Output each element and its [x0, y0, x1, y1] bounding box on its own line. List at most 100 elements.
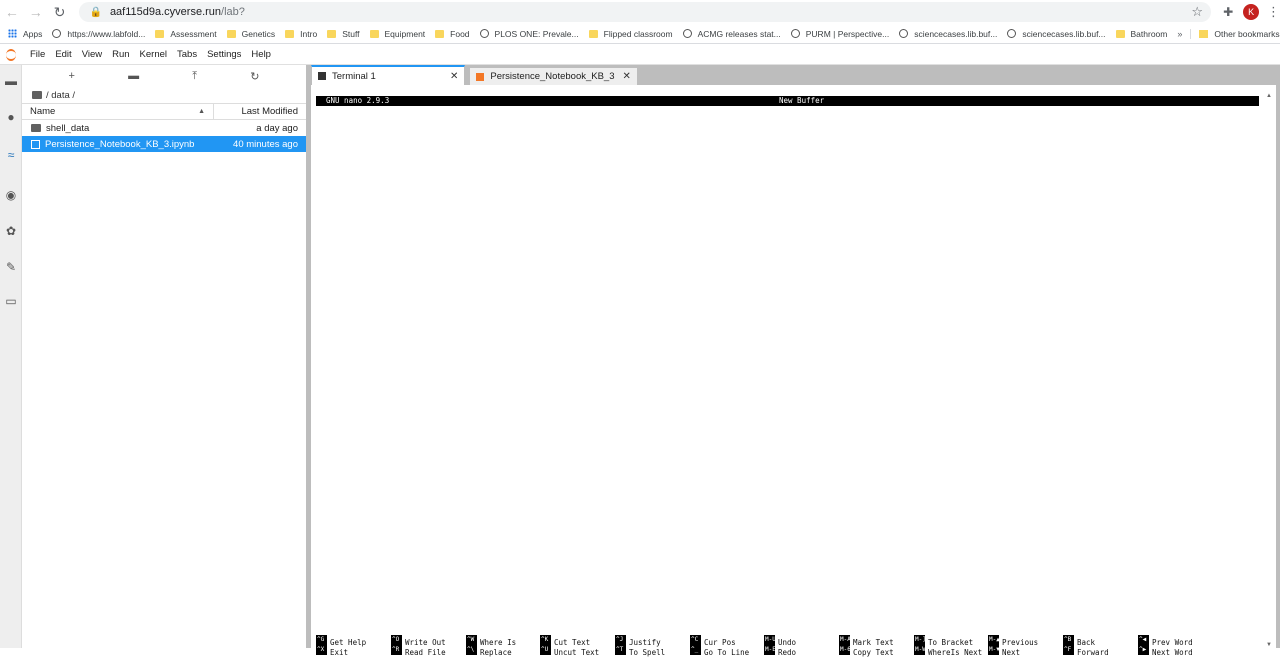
- menu-kernel[interactable]: Kernel: [140, 49, 167, 60]
- other-bookmarks-label: Other bookmarks: [1214, 28, 1280, 39]
- bookmark-label: Bathroom: [1130, 28, 1168, 39]
- breadcrumb-path[interactable]: / data /: [46, 90, 75, 101]
- bookmark-item[interactable]: PLOS ONE: Prevale...: [479, 29, 579, 39]
- bookmark-label: ACMG releases stat...: [697, 28, 781, 39]
- folder-icon: [435, 29, 445, 38]
- column-name-label: Name: [30, 106, 56, 117]
- nano-shortcut: ^W Where Is: [466, 635, 516, 647]
- bookmark-label: https://www.labfold...: [67, 28, 146, 39]
- cyverse-icon[interactable]: ≈: [3, 147, 19, 163]
- bookmark-item[interactable]: https://www.labfold...: [52, 29, 145, 39]
- tab-terminal[interactable]: Terminal 1 ✕: [311, 65, 466, 85]
- upload-icon[interactable]: ⤒: [192, 70, 197, 83]
- tab-notebook[interactable]: Persistence_Notebook_KB_3 ✕: [469, 67, 638, 85]
- bookmark-item[interactable]: Equipment: [369, 28, 426, 39]
- bookmark-item[interactable]: Bathroom: [1115, 28, 1168, 39]
- reload-icon[interactable]: ↻: [48, 0, 72, 24]
- bookmark-item[interactable]: sciencecases.lib.buf...: [899, 29, 997, 39]
- terminal-panel[interactable]: GNU nano 2.9.3 New Buffer ▲ ▼ ^G Get Help…: [311, 85, 1276, 657]
- shortcut-key: ^G: [316, 635, 327, 645]
- profile-avatar[interactable]: K: [1243, 4, 1260, 20]
- scroll-down-arrow-icon[interactable]: ▼: [1266, 642, 1272, 648]
- file-browser-toolbar: + ▬ ⤒ ↻: [22, 65, 306, 87]
- palette-icon[interactable]: ✿: [3, 223, 19, 239]
- wrench-icon[interactable]: ✎: [3, 259, 19, 275]
- nano-shortcut: ^◀ Prev Word: [1138, 635, 1193, 647]
- bookmarks-overflow-chevron-icon[interactable]: »: [1177, 29, 1182, 39]
- url-host: aaf115d9a.cyverse.run: [109, 6, 222, 18]
- folder-icon: [285, 29, 295, 38]
- scroll-up-arrow-icon[interactable]: ▲: [1266, 93, 1272, 99]
- bookmark-label: sciencecases.lib.buf...: [914, 28, 998, 39]
- extensions-puzzle-icon[interactable]: ✚: [1223, 5, 1233, 19]
- bookmark-item[interactable]: PURM | Perspective...: [790, 29, 889, 39]
- running-sessions-icon[interactable]: ◉: [3, 187, 19, 203]
- shortcut-key: ^_: [690, 645, 701, 655]
- menu-run[interactable]: Run: [112, 49, 129, 60]
- nano-title-bar: GNU nano 2.9.3 New Buffer: [316, 96, 1259, 106]
- file-row[interactable]: shell_data a day ago: [22, 120, 306, 136]
- bookmark-item[interactable]: sciencecases.lib.buf...: [1007, 28, 1106, 39]
- nano-shortcut: ^U Uncut Text: [540, 645, 599, 657]
- menu-file[interactable]: File: [30, 49, 45, 60]
- nano-shortcut: ^_ Go To Line: [690, 645, 749, 657]
- folder-icon: [1199, 29, 1209, 38]
- menu-settings[interactable]: Settings: [207, 49, 241, 60]
- browser-menu-icon[interactable]: ⋮: [1267, 4, 1280, 20]
- browser-address-bar: ← → ↻ 🔒 aaf115d9a.cyverse.run/lab? ☆ ✚ K…: [0, 0, 1280, 24]
- close-tab-icon[interactable]: ✕: [623, 71, 631, 82]
- refresh-icon[interactable]: ↻: [250, 70, 259, 83]
- shortcut-key: ^T: [615, 645, 626, 655]
- bookmark-item[interactable]: Genetics: [226, 28, 276, 39]
- shortcut-key: ^F: [1063, 645, 1074, 655]
- url-omnibox[interactable]: 🔒 aaf115d9a.cyverse.run/lab? ☆: [79, 2, 1212, 22]
- shortcut-key: ^J: [615, 635, 626, 645]
- bookmark-item[interactable]: Assessment: [155, 29, 217, 39]
- bookmark-item[interactable]: Apps: [8, 29, 42, 39]
- column-header-name[interactable]: Name ▲: [22, 104, 214, 119]
- shortcut-label: Exit: [330, 648, 349, 657]
- bookmark-label: Apps: [23, 28, 43, 39]
- column-header-last-modified[interactable]: Last Modified: [214, 106, 306, 117]
- tabs-icon[interactable]: ▭: [3, 293, 19, 309]
- jupyter-menubar: File Edit View Run Kernel Tabs Settings Help: [0, 45, 1280, 65]
- file-row[interactable]: Persistence_Notebook_KB_3.ipynb 40 minute…: [22, 136, 306, 152]
- menu-tabs[interactable]: Tabs: [177, 49, 197, 60]
- shortcut-key: ^X: [316, 645, 327, 655]
- home-folder-icon[interactable]: [32, 91, 42, 99]
- bookmark-item[interactable]: Flipped classroom: [588, 29, 673, 39]
- shortcut-key: ^K: [540, 635, 551, 645]
- bookmark-label: Genetics: [241, 28, 276, 39]
- menu-edit[interactable]: Edit: [55, 49, 71, 60]
- bookmark-item[interactable]: Intro: [285, 29, 317, 39]
- nano-version: GNU nano 2.9.3: [326, 96, 390, 105]
- sort-caret-up-icon: ▲: [198, 108, 205, 115]
- bookmark-label: Equipment: [384, 28, 426, 39]
- menu-view[interactable]: View: [82, 49, 102, 60]
- new-folder-icon[interactable]: ▬: [128, 70, 139, 82]
- close-tab-icon[interactable]: ✕: [450, 71, 458, 82]
- new-launcher-plus-icon[interactable]: +: [69, 70, 75, 82]
- shortcut-key: M-U: [764, 635, 775, 645]
- file-browser-folder-icon[interactable]: ▬: [3, 73, 19, 89]
- bookmark-star-icon[interactable]: ☆: [1191, 4, 1203, 20]
- forward-arrow-icon[interactable]: →: [24, 0, 48, 24]
- terminal-scrollbar[interactable]: ▲ ▼: [1264, 93, 1274, 648]
- nano-shortcut: ^J Justify: [615, 635, 661, 647]
- menu-help[interactable]: Help: [251, 49, 271, 60]
- shortcut-key: ^R: [391, 645, 402, 655]
- shortcut-key: ^◀: [1138, 635, 1149, 645]
- bookmark-label: Stuff: [342, 28, 360, 39]
- shortcut-label: Forward: [1077, 648, 1109, 657]
- back-arrow-icon[interactable]: ←: [0, 0, 24, 24]
- shortcut-key: ^B: [1063, 635, 1074, 645]
- bookmark-item[interactable]: Food: [435, 29, 470, 39]
- bookmark-item[interactable]: ACMG releases stat...: [682, 28, 781, 39]
- nano-shortcut: ^T To Spell: [615, 645, 666, 657]
- bookmark-item[interactable]: Stuff: [327, 28, 360, 39]
- bookmark-label: sciencecases.lib.buf...: [1022, 28, 1106, 39]
- github-icon[interactable]: ●: [3, 109, 19, 125]
- other-bookmarks[interactable]: Other bookmarks: [1190, 28, 1280, 39]
- shortcut-label: To Spell: [629, 648, 666, 657]
- file-name: Persistence_Notebook_KB_3.ipynb: [45, 138, 195, 150]
